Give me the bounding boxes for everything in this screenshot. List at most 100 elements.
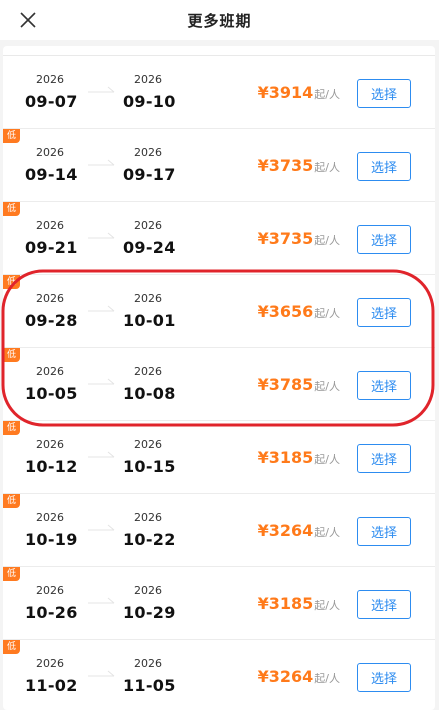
return-date: 10-01: [123, 311, 176, 330]
return-year: 2026: [134, 511, 162, 524]
price: ¥3914 起/人: [258, 83, 340, 102]
select-button[interactable]: 选择: [357, 590, 411, 619]
low-price-badge: 低: [3, 640, 20, 654]
return-date: 10-22: [123, 530, 176, 549]
departure-date: 09-07: [25, 92, 78, 111]
page-title: 更多班期: [187, 11, 252, 30]
select-button[interactable]: 选择: [357, 444, 411, 473]
price: ¥3735 起/人: [258, 229, 340, 248]
departure-row: 低 2026 10-19 2026 10-22 ¥3264 起/人 选择: [3, 494, 435, 567]
close-icon[interactable]: [14, 6, 42, 34]
arrow-right-icon: [88, 305, 115, 312]
return-year: 2026: [134, 73, 162, 86]
departure-row: 低 2026 10-26 2026 10-29 ¥3185 起/人 选择: [3, 567, 435, 640]
price-value: ¥3785: [257, 375, 314, 394]
departure-year: 2026: [36, 511, 64, 524]
select-button[interactable]: 选择: [357, 298, 411, 327]
arrow-right-icon: [88, 451, 115, 458]
price-value: ¥3264: [257, 521, 314, 540]
price: ¥3785 起/人: [258, 375, 340, 394]
low-price-badge: 低: [3, 202, 20, 216]
price: ¥3185 起/人: [258, 594, 340, 613]
departure-date: 09-28: [25, 311, 78, 330]
low-price-badge: 低: [3, 567, 20, 581]
return-year: 2026: [134, 219, 162, 232]
price-unit: 起/人: [314, 307, 340, 320]
departure-row: 低 2026 10-12 2026 10-15 ¥3185 起/人 选择: [3, 421, 435, 494]
price-value: ¥3185: [257, 594, 314, 613]
select-button[interactable]: 选择: [357, 79, 411, 108]
arrow-right-icon: [88, 232, 115, 239]
return-date: 09-17: [123, 165, 176, 184]
select-button[interactable]: 选择: [357, 152, 411, 181]
departure-row: 低 2026 09-14 2026 09-17 ¥3735 起/人 选择: [3, 129, 435, 202]
price-value: ¥3656: [257, 302, 314, 321]
return-year: 2026: [134, 657, 162, 670]
select-button[interactable]: 选择: [357, 663, 411, 692]
price-unit: 起/人: [314, 526, 340, 539]
low-price-badge: 低: [3, 275, 20, 289]
departure-year: 2026: [36, 146, 64, 159]
select-button[interactable]: 选择: [357, 371, 411, 400]
select-button[interactable]: 选择: [357, 225, 411, 254]
departure-row: 2026 09-07 2026 09-10 ¥3914 起/人 选择: [3, 56, 435, 129]
arrow-right-icon: [88, 159, 115, 166]
departure-row: 低 2026 10-05 2026 10-08 ¥3785 起/人 选择: [3, 348, 435, 421]
departure-year: 2026: [36, 584, 64, 597]
return-year: 2026: [134, 292, 162, 305]
return-date: 09-24: [123, 238, 176, 257]
price-value: ¥3264: [257, 667, 314, 686]
departure-year: 2026: [36, 657, 64, 670]
low-price-badge: 低: [3, 129, 20, 143]
low-price-badge: 低: [3, 421, 20, 435]
departure-date: 09-21: [25, 238, 78, 257]
price: ¥3185 起/人: [258, 448, 340, 467]
arrow-right-icon: [88, 378, 115, 385]
return-date: 09-10: [123, 92, 176, 111]
price-value: ¥3735: [257, 156, 314, 175]
arrow-right-icon: [88, 597, 115, 604]
arrow-right-icon: [88, 670, 115, 677]
price-unit: 起/人: [314, 599, 340, 612]
price: ¥3264 起/人: [258, 667, 340, 686]
select-button[interactable]: 选择: [357, 517, 411, 546]
departure-year: 2026: [36, 292, 64, 305]
arrow-right-icon: [88, 524, 115, 531]
departure-date: 11-02: [25, 676, 78, 695]
departure-row: 低 2026 11-02 2026 11-05 ¥3264 起/人 选择: [3, 640, 435, 710]
departure-date: 09-14: [25, 165, 78, 184]
departure-row: 低 2026 09-28 2026 10-01 ¥3656 起/人 选择: [3, 275, 435, 348]
price: ¥3656 起/人: [258, 302, 340, 321]
return-date: 10-08: [123, 384, 176, 403]
return-year: 2026: [134, 365, 162, 378]
return-year: 2026: [134, 146, 162, 159]
return-year: 2026: [134, 584, 162, 597]
list-top-edge: [3, 46, 435, 56]
price-unit: 起/人: [314, 453, 340, 466]
price: ¥3264 起/人: [258, 521, 340, 540]
departure-year: 2026: [36, 365, 64, 378]
price: ¥3735 起/人: [258, 156, 340, 175]
price-unit: 起/人: [314, 161, 340, 174]
departure-year: 2026: [36, 438, 64, 451]
departure-year: 2026: [36, 73, 64, 86]
price-value: ¥3185: [257, 448, 314, 467]
departure-date: 10-12: [25, 457, 78, 476]
low-price-badge: 低: [3, 494, 20, 508]
price-unit: 起/人: [314, 88, 340, 101]
arrow-right-icon: [88, 86, 115, 93]
price-unit: 起/人: [314, 234, 340, 247]
departure-row: 低 2026 09-21 2026 09-24 ¥3735 起/人 选择: [3, 202, 435, 275]
departure-date: 10-19: [25, 530, 78, 549]
departure-list: 2026 09-07 2026 09-10 ¥3914 起/人 选择 低 202…: [3, 46, 435, 710]
top-bar: 更多班期: [0, 0, 439, 40]
price-unit: 起/人: [314, 672, 340, 685]
departure-date: 10-26: [25, 603, 78, 622]
departure-year: 2026: [36, 219, 64, 232]
price-value: ¥3735: [257, 229, 314, 248]
price-value: ¥3914: [257, 83, 314, 102]
return-date: 10-15: [123, 457, 176, 476]
departure-date: 10-05: [25, 384, 78, 403]
return-year: 2026: [134, 438, 162, 451]
low-price-badge: 低: [3, 348, 20, 362]
